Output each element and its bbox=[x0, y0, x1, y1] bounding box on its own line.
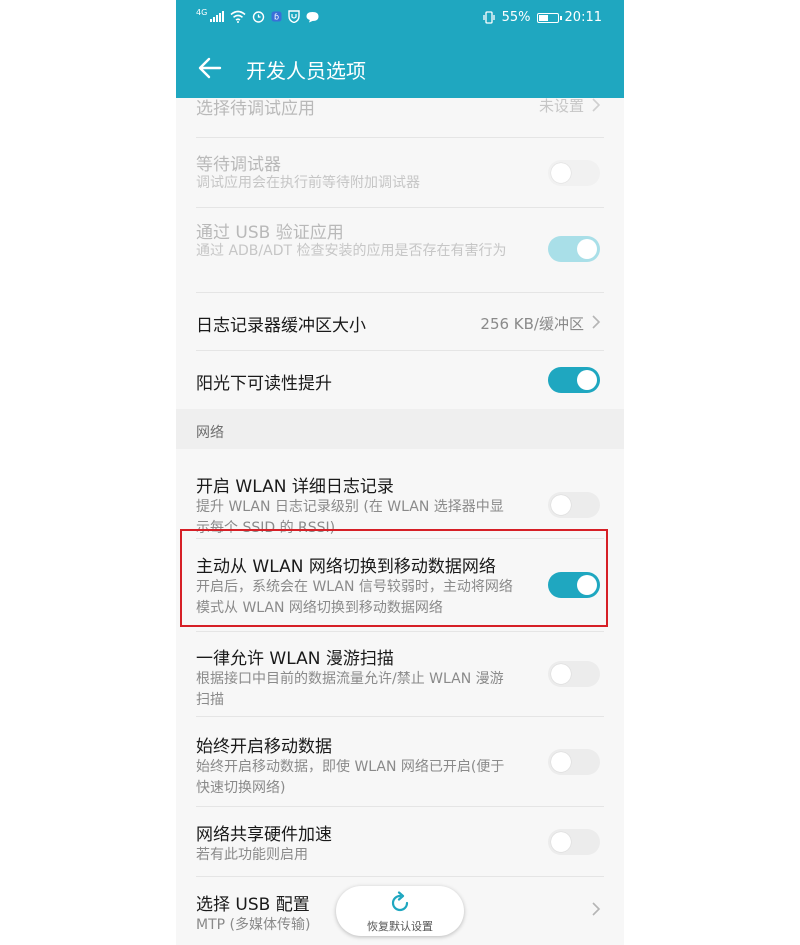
status-bar: 4G ɓ 55% 20:11 bbox=[176, 0, 624, 38]
app-icon: ɓ bbox=[271, 11, 282, 22]
row-title: 等待调试器 bbox=[196, 155, 281, 175]
row-subtitle: 若有此功能则启用 bbox=[196, 847, 308, 863]
sunlight-readability-row[interactable]: 阳光下可读性提升 bbox=[176, 351, 624, 409]
alarm-icon bbox=[253, 11, 265, 23]
reset-defaults-button[interactable]: 恢复默认设置 bbox=[336, 886, 464, 936]
wlan-verbose-logging-row[interactable]: 开启 WLAN 详细日志记录 提升 WLAN 日志记录级别 (在 WLAN 选择… bbox=[176, 449, 624, 539]
svg-text:ɓ: ɓ bbox=[274, 13, 279, 22]
battery-icon bbox=[536, 12, 562, 23]
shield-icon bbox=[288, 10, 300, 23]
wlan-verbose-logging-toggle[interactable] bbox=[548, 492, 600, 518]
logger-buffer-size-row[interactable]: 日志记录器缓冲区大小 256 KB/缓冲区 bbox=[176, 293, 624, 351]
battery-fill bbox=[538, 14, 548, 21]
back-button[interactable] bbox=[194, 52, 226, 84]
row-value: 256 KB/缓冲区 bbox=[480, 315, 584, 333]
sunlight-readability-toggle[interactable] bbox=[548, 367, 600, 393]
row-title: 日志记录器缓冲区大小 bbox=[196, 316, 366, 336]
tethering-hw-accel-toggle[interactable] bbox=[548, 829, 600, 855]
refresh-icon bbox=[391, 891, 409, 912]
wait-for-debugger-row[interactable]: 等待调试器 调试应用会在执行前等待附加调试器 bbox=[176, 138, 624, 208]
network-section-header: 网络 bbox=[176, 409, 624, 449]
chevron-right-icon bbox=[592, 98, 601, 112]
battery-percent: 55% bbox=[501, 10, 531, 25]
settings-list: 选择待调试应用 未设置 等待调试器 调试应用会在执行前等待附加调试器 通过 US… bbox=[176, 97, 624, 945]
chat-icon bbox=[306, 11, 319, 22]
row-subtitle: 始终开启移动数据，即使 WLAN 网络已开启(便于快速切换网络) bbox=[196, 759, 505, 796]
row-title: 一律允许 WLAN 漫游扫描 bbox=[196, 649, 394, 669]
phone-screen: 4G ɓ 55% 20:11 开发人员选项 选择待调试应用 未设置 等待调试器 … bbox=[176, 0, 624, 945]
wlan-to-mobile-handover-row[interactable]: 主动从 WLAN 网络切换到移动数据网络 开启后，系统会在 WLAN 信号较弱时… bbox=[176, 539, 624, 632]
row-title: 选择 USB 配置 bbox=[196, 895, 310, 915]
wlan-to-mobile-handover-toggle[interactable] bbox=[548, 572, 600, 598]
row-title: 主动从 WLAN 网络切换到移动数据网络 bbox=[196, 557, 496, 577]
verify-apps-usb-toggle[interactable] bbox=[548, 236, 600, 262]
row-value: 未设置 bbox=[538, 97, 584, 115]
mobile-data-always-on-toggle[interactable] bbox=[548, 749, 600, 775]
network-type-label: 4G bbox=[196, 7, 208, 17]
row-title: 开启 WLAN 详细日志记录 bbox=[196, 477, 394, 497]
wlan-roam-scan-toggle[interactable] bbox=[548, 661, 600, 687]
app-bar: 开发人员选项 bbox=[176, 38, 624, 98]
reset-defaults-label: 恢复默认设置 bbox=[367, 920, 433, 933]
select-debug-app-row[interactable]: 选择待调试应用 未设置 bbox=[176, 97, 624, 138]
verify-apps-usb-row[interactable]: 通过 USB 验证应用 通过 ADB/ADT 检查安装的应用是否存在有害行为 bbox=[176, 208, 624, 293]
wait-for-debugger-toggle[interactable] bbox=[548, 160, 600, 186]
row-title: 选择待调试应用 bbox=[196, 99, 315, 119]
vibrate-icon bbox=[482, 11, 495, 24]
mobile-data-always-on-row[interactable]: 始终开启移动数据 始终开启移动数据，即使 WLAN 网络已开启(便于快速切换网络… bbox=[176, 717, 624, 807]
wlan-roam-scan-row[interactable]: 一律允许 WLAN 漫游扫描 根据接口中目前的数据流量允许/禁止 WLAN 漫游… bbox=[176, 632, 624, 717]
row-title: 阳光下可读性提升 bbox=[196, 374, 332, 394]
row-subtitle: 提升 WLAN 日志记录级别 (在 WLAN 选择器中显示每个 SSID 的 R… bbox=[196, 499, 504, 536]
row-subtitle: 通过 ADB/ADT 检查安装的应用是否存在有害行为 bbox=[196, 243, 507, 259]
clock: 20:11 bbox=[564, 10, 602, 25]
row-subtitle: 根据接口中目前的数据流量允许/禁止 WLAN 漫游扫描 bbox=[196, 671, 504, 708]
row-title: 网络共享硬件加速 bbox=[196, 825, 332, 845]
page-title: 开发人员选项 bbox=[246, 59, 366, 83]
row-subtitle: 开启后，系统会在 WLAN 信号较弱时，主动将网络模式从 WLAN 网络切换到移… bbox=[196, 579, 513, 616]
arrow-left-icon bbox=[198, 57, 222, 79]
row-subtitle: 调试应用会在执行前等待附加调试器 bbox=[196, 175, 420, 191]
row-title: 始终开启移动数据 bbox=[196, 737, 332, 757]
chevron-right-icon bbox=[592, 902, 601, 916]
signal-icon bbox=[210, 11, 225, 22]
wifi-icon bbox=[230, 10, 246, 23]
chevron-right-icon bbox=[592, 315, 601, 329]
row-title: 通过 USB 验证应用 bbox=[196, 223, 344, 243]
tethering-hw-accel-row[interactable]: 网络共享硬件加速 若有此功能则启用 bbox=[176, 807, 624, 877]
section-title: 网络 bbox=[196, 425, 224, 441]
